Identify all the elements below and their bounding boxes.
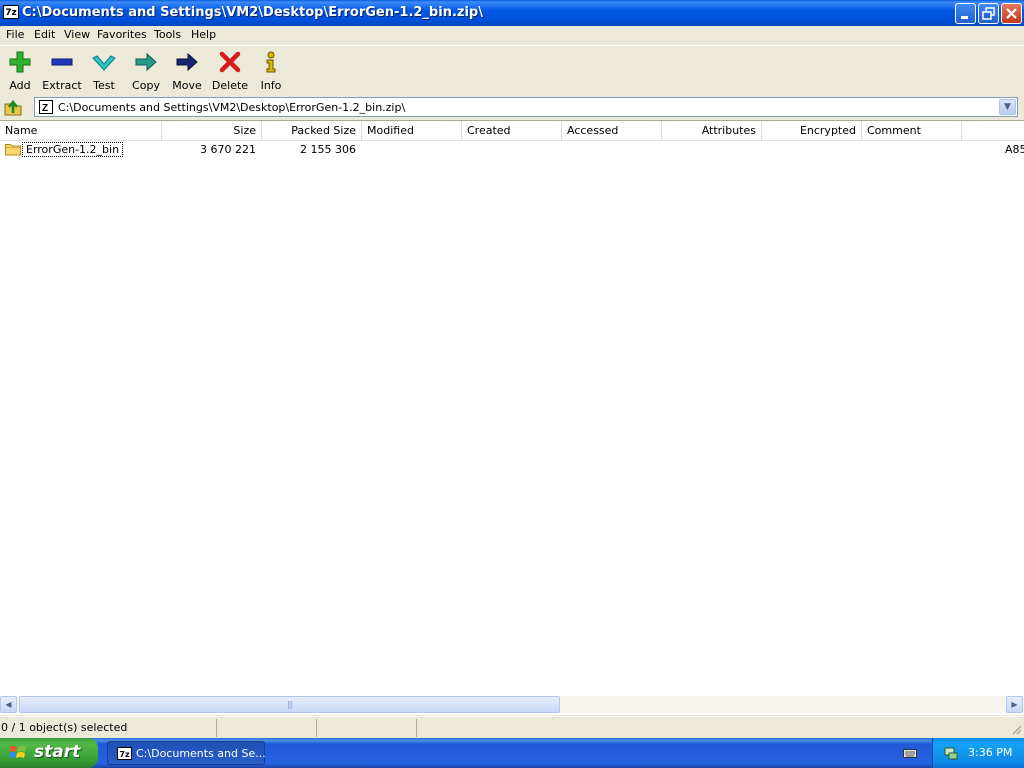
address-path[interactable]: C:\Documents and Settings\VM2\Desktop\Er… <box>58 101 405 114</box>
toolbar: Add Extract Test Copy Move Delete Info <box>0 45 1024 95</box>
window-title: C:\Documents and Settings\VM2\Desktop\Er… <box>22 5 483 20</box>
address-combobox[interactable]: Z C:\Documents and Settings\VM2\Desktop\… <box>34 97 1018 117</box>
keyboard-icon[interactable] <box>903 747 917 759</box>
restore-icon <box>982 7 995 20</box>
svg-text:Z: Z <box>42 103 48 114</box>
arrow-right-blue-icon <box>176 52 198 72</box>
address-dropdown-button[interactable]: ▼ <box>999 99 1016 115</box>
column-modified[interactable]: Modified <box>362 121 462 140</box>
file-row-size: 3 670 221 <box>200 143 256 156</box>
chevron-down-icon: ▼ <box>1004 102 1011 112</box>
test-label: Test <box>93 79 115 92</box>
move-label: Move <box>172 79 202 92</box>
check-icon <box>92 55 116 71</box>
info-label: Info <box>260 79 282 92</box>
column-created[interactable]: Created <box>462 121 562 140</box>
arrow-right-teal-icon <box>135 52 157 72</box>
scroll-right-button[interactable]: ▶ <box>1006 696 1023 713</box>
file-row-overflow-value: A85 <box>1005 143 1024 156</box>
menu-favorites[interactable]: Favorites <box>97 28 147 41</box>
menu-bar: File Edit View Favorites Tools Help <box>0 26 1024 44</box>
resize-grip-icon[interactable] <box>1010 723 1022 735</box>
scroll-left-button[interactable]: ◀ <box>0 696 17 713</box>
menu-view[interactable]: View <box>64 28 90 41</box>
extract-button[interactable]: Extract <box>42 50 82 92</box>
archive-icon: Z <box>39 100 53 114</box>
close-icon <box>1006 8 1017 19</box>
start-button[interactable]: start <box>0 738 98 768</box>
status-panel-3 <box>317 719 417 737</box>
column-size[interactable]: Size <box>162 121 262 140</box>
taskbar: start 7z C:\Documents and Se... 3:36 PM <box>0 738 1024 768</box>
7zip-app-icon[interactable]: 7z <box>3 5 19 19</box>
info-icon <box>266 51 276 73</box>
minus-icon <box>51 58 73 66</box>
file-row[interactable]: ErrorGen-1.2_bin 3 670 221 2 155 306 A85 <box>0 141 1024 158</box>
menu-help[interactable]: Help <box>191 28 216 41</box>
chevron-left-icon: ◀ <box>5 700 12 709</box>
taskbar-item-label: C:\Documents and Se... <box>136 747 266 760</box>
plus-icon <box>9 51 31 73</box>
test-button[interactable]: Test <box>84 50 124 92</box>
status-selection: 0 / 1 object(s) selected <box>0 719 217 737</box>
delete-button[interactable]: Delete <box>210 50 250 92</box>
menu-file[interactable]: File <box>6 28 24 41</box>
delete-label: Delete <box>211 79 249 92</box>
copy-button[interactable]: Copy <box>126 50 166 92</box>
move-button[interactable]: Move <box>167 50 207 92</box>
column-header-row: Name Size Packed Size Modified Created A… <box>0 121 1024 141</box>
column-comment[interactable]: Comment <box>862 121 962 140</box>
address-bar: Z C:\Documents and Settings\VM2\Desktop\… <box>0 95 1024 119</box>
close-button[interactable] <box>1001 3 1022 24</box>
info-button[interactable]: Info <box>251 50 291 92</box>
add-label: Add <box>9 79 31 92</box>
folder-icon <box>5 144 21 156</box>
start-label: start <box>34 742 81 762</box>
add-button[interactable]: Add <box>0 50 40 92</box>
file-row-name[interactable]: ErrorGen-1.2_bin <box>22 142 124 157</box>
7zip-task-icon: 7z <box>117 747 132 760</box>
extract-label: Extract <box>42 79 82 92</box>
grip-icon: ||| <box>286 700 293 709</box>
clock[interactable]: 3:36 PM <box>968 746 1012 759</box>
chevron-right-icon: ▶ <box>1011 700 1018 709</box>
menu-tools[interactable]: Tools <box>154 28 181 41</box>
minimize-icon <box>961 16 968 19</box>
x-red-icon <box>219 51 241 73</box>
column-attributes[interactable]: Attributes <box>662 121 762 140</box>
window-titlebar[interactable]: 7z C:\Documents and Settings\VM2\Desktop… <box>0 0 1024 26</box>
minimize-button[interactable] <box>955 3 976 24</box>
status-panel-2 <box>217 719 317 737</box>
file-list[interactable]: Name Size Packed Size Modified Created A… <box>0 120 1024 715</box>
column-packed-size[interactable]: Packed Size <box>262 121 362 140</box>
taskbar-item-7zip[interactable]: 7z C:\Documents and Se... <box>107 741 266 765</box>
status-bar: 0 / 1 object(s) selected <box>0 716 1024 739</box>
menu-edit[interactable]: Edit <box>34 28 55 41</box>
column-accessed[interactable]: Accessed <box>562 121 662 140</box>
horizontal-scrollbar[interactable]: ◀ ||| ▶ <box>0 696 1024 713</box>
copy-label: Copy <box>132 79 160 92</box>
network-icon[interactable] <box>943 745 959 761</box>
folder-up-icon[interactable] <box>3 98 23 116</box>
restore-button[interactable] <box>978 3 999 24</box>
system-tray: 3:36 PM <box>932 738 1024 768</box>
windows-logo-icon <box>9 746 26 758</box>
column-encrypted[interactable]: Encrypted <box>762 121 862 140</box>
column-name[interactable]: Name <box>0 121 162 140</box>
scrollbar-thumb[interactable]: ||| <box>19 696 560 713</box>
file-row-packed-size: 2 155 306 <box>300 143 356 156</box>
